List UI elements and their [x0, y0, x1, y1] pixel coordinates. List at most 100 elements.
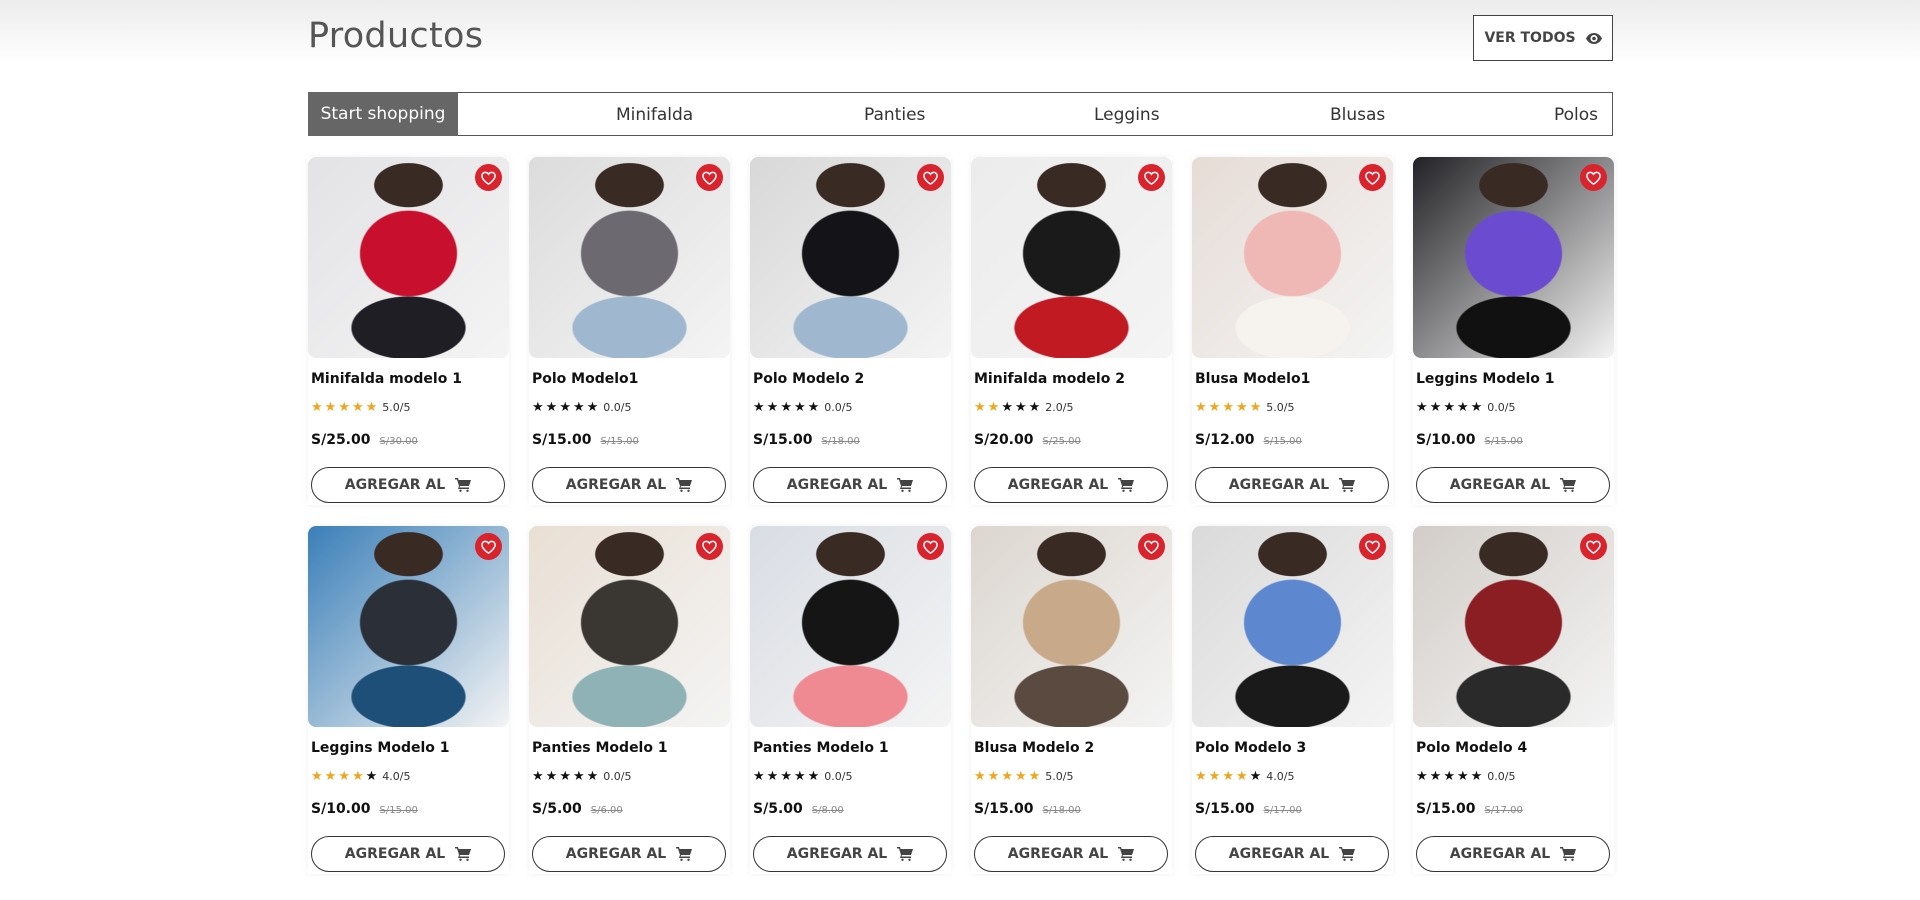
star-icon: ★ — [586, 400, 599, 415]
star-icon: ★ — [324, 400, 337, 415]
product-card[interactable]: Polo Modelo 3 ★ ★ ★ ★ ★ 4.0/5 S/15.00 S/17.00… — [1192, 526, 1393, 874]
add-to-cart-button[interactable]: AGREGAR AL — [1195, 836, 1389, 872]
add-to-cart-button[interactable]: AGREGAR AL — [974, 836, 1168, 872]
product-name[interactable]: Blusa Modelo 2 — [974, 740, 1094, 756]
heart-icon — [1365, 171, 1380, 185]
star-icon: ★ — [559, 400, 571, 415]
current-price: S/25.00 — [311, 432, 371, 448]
old-price: S/15.00 — [1263, 436, 1302, 447]
add-to-cart-button[interactable]: AGREGAR AL — [974, 467, 1168, 503]
product-name[interactable]: Minifalda modelo 1 — [311, 371, 462, 387]
product-name[interactable]: Blusa Modelo1 — [1195, 371, 1310, 387]
add-to-cart-label: AGREGAR AL — [565, 477, 667, 493]
product-name[interactable]: Polo Modelo 2 — [753, 371, 864, 387]
add-to-cart-button[interactable]: AGREGAR AL — [1416, 467, 1610, 503]
product-rating: ★ ★ ★ ★ ★ 0.0/5 — [753, 401, 852, 414]
rating-text: 0.0/5 — [824, 401, 853, 414]
product-rating: ★ ★ ★ ★ ★ 2.0/5 — [974, 401, 1073, 414]
tab-panties[interactable]: Panties — [864, 105, 925, 125]
star-icon: ★ — [753, 769, 765, 784]
product-name[interactable]: Polo Modelo 4 — [1416, 740, 1527, 756]
wishlist-heart-button[interactable] — [696, 533, 723, 560]
product-card[interactable]: Minifalda modelo 2 ★ ★ ★ ★ ★ 2.0/5 S/20.00 S/… — [971, 157, 1172, 505]
star-icon: ★ — [351, 769, 364, 784]
star-icon: ★ — [1208, 769, 1221, 784]
wishlist-heart-button[interactable] — [1580, 533, 1607, 560]
product-card[interactable]: Polo Modelo 2 ★ ★ ★ ★ ★ 0.0/5 S/15.00 S/18.00… — [750, 157, 951, 505]
product-card[interactable]: Blusa Modelo 2 ★ ★ ★ ★ ★ 5.0/5 S/15.00 S/18.0… — [971, 526, 1172, 874]
star-icon: ★ — [1443, 769, 1455, 784]
product-price: S/15.00 S/18.00 — [974, 801, 1081, 817]
star-icon: ★ — [311, 400, 323, 415]
old-price: S/18.00 — [1042, 805, 1081, 816]
product-name[interactable]: Leggins Modelo 1 — [1416, 371, 1555, 387]
product-name[interactable]: Leggins Modelo 1 — [311, 740, 450, 756]
tab-polos[interactable]: Polos — [1554, 105, 1598, 125]
current-price: S/15.00 — [974, 801, 1034, 817]
wishlist-heart-button[interactable] — [1138, 533, 1165, 560]
old-price: S/8.00 — [811, 805, 844, 816]
star-icon: ★ — [987, 400, 1000, 415]
add-to-cart-button[interactable]: AGREGAR AL — [311, 836, 505, 872]
star-icon: ★ — [974, 769, 986, 784]
star-icon: ★ — [1249, 769, 1262, 784]
product-name[interactable]: Minifalda modelo 2 — [974, 371, 1125, 387]
add-to-cart-button[interactable]: AGREGAR AL — [753, 467, 947, 503]
wishlist-heart-button[interactable] — [1580, 164, 1607, 191]
tab-blusas[interactable]: Blusas — [1330, 105, 1385, 125]
star-icon: ★ — [1028, 400, 1041, 415]
add-to-cart-button[interactable]: AGREGAR AL — [532, 467, 726, 503]
wishlist-heart-button[interactable] — [917, 533, 944, 560]
product-price: S/25.00 S/30.00 — [311, 432, 418, 448]
heart-icon — [1586, 540, 1601, 554]
add-to-cart-button[interactable]: AGREGAR AL — [1195, 467, 1389, 503]
product-card[interactable]: Blusa Modelo1 ★ ★ ★ ★ ★ 5.0/5 S/12.00 S/15.00… — [1192, 157, 1393, 505]
current-price: S/5.00 — [532, 801, 582, 817]
star-icon: ★ — [324, 769, 337, 784]
wishlist-heart-button[interactable] — [696, 164, 723, 191]
add-to-cart-button[interactable]: AGREGAR AL — [753, 836, 947, 872]
rating-text: 2.0/5 — [1045, 401, 1074, 414]
product-price: S/20.00 S/25.00 — [974, 432, 1081, 448]
star-icon: ★ — [1001, 400, 1013, 415]
product-name[interactable]: Panties Modelo 1 — [753, 740, 889, 756]
product-card[interactable]: Polo Modelo 4 ★ ★ ★ ★ ★ 0.0/5 S/15.00 S/17.00… — [1413, 526, 1614, 874]
star-icon: ★ — [1028, 769, 1041, 784]
eye-icon — [1585, 32, 1602, 44]
star-icon: ★ — [1235, 769, 1248, 784]
wishlist-heart-button[interactable] — [917, 164, 944, 191]
product-name[interactable]: Polo Modelo 3 — [1195, 740, 1306, 756]
star-icon: ★ — [766, 769, 779, 784]
star-icon: ★ — [572, 769, 585, 784]
product-card[interactable]: Panties Modelo 1 ★ ★ ★ ★ ★ 0.0/5 S/5.00 S/8.0… — [750, 526, 951, 874]
product-rating: ★ ★ ★ ★ ★ 4.0/5 — [311, 770, 410, 783]
wishlist-heart-button[interactable] — [475, 164, 502, 191]
add-to-cart-label: AGREGAR AL — [344, 477, 446, 493]
tab-leggins[interactable]: Leggins — [1094, 105, 1160, 125]
add-to-cart-button[interactable]: AGREGAR AL — [532, 836, 726, 872]
wishlist-heart-button[interactable] — [475, 533, 502, 560]
product-card[interactable]: Minifalda modelo 1 ★ ★ ★ ★ ★ 5.0/5 S/25.00 S/… — [308, 157, 509, 505]
tab-start-shopping[interactable]: Start shopping — [308, 91, 458, 136]
product-card[interactable]: Leggins Modelo 1 ★ ★ ★ ★ ★ 4.0/5 S/10.00 S/15… — [308, 526, 509, 874]
product-rating: ★ ★ ★ ★ ★ 5.0/5 — [974, 770, 1073, 783]
wishlist-heart-button[interactable] — [1359, 164, 1386, 191]
view-all-button[interactable]: VER TODOS — [1473, 15, 1613, 61]
product-card[interactable]: Leggins Modelo 1 ★ ★ ★ ★ ★ 0.0/5 S/10.00 S/15… — [1413, 157, 1614, 505]
heart-icon — [1365, 540, 1380, 554]
category-tabs: Start shopping Minifalda Panties Leggins… — [308, 91, 1613, 136]
add-to-cart-button[interactable]: AGREGAR AL — [311, 467, 505, 503]
tab-minifalda[interactable]: Minifalda — [616, 105, 693, 125]
cart-icon — [897, 847, 914, 861]
product-card[interactable]: Polo Modelo1 ★ ★ ★ ★ ★ 0.0/5 S/15.00 S/15.00 … — [529, 157, 730, 505]
product-price: S/15.00 S/15.00 — [532, 432, 639, 448]
wishlist-heart-button[interactable] — [1138, 164, 1165, 191]
add-to-cart-button[interactable]: AGREGAR AL — [1416, 836, 1610, 872]
add-to-cart-label: AGREGAR AL — [1007, 477, 1109, 493]
rating-text: 5.0/5 — [1045, 770, 1074, 783]
product-name[interactable]: Panties Modelo 1 — [532, 740, 668, 756]
wishlist-heart-button[interactable] — [1359, 533, 1386, 560]
product-name[interactable]: Polo Modelo1 — [532, 371, 638, 387]
product-card[interactable]: Panties Modelo 1 ★ ★ ★ ★ ★ 0.0/5 S/5.00 S/6.0… — [529, 526, 730, 874]
star-icon: ★ — [753, 400, 765, 415]
